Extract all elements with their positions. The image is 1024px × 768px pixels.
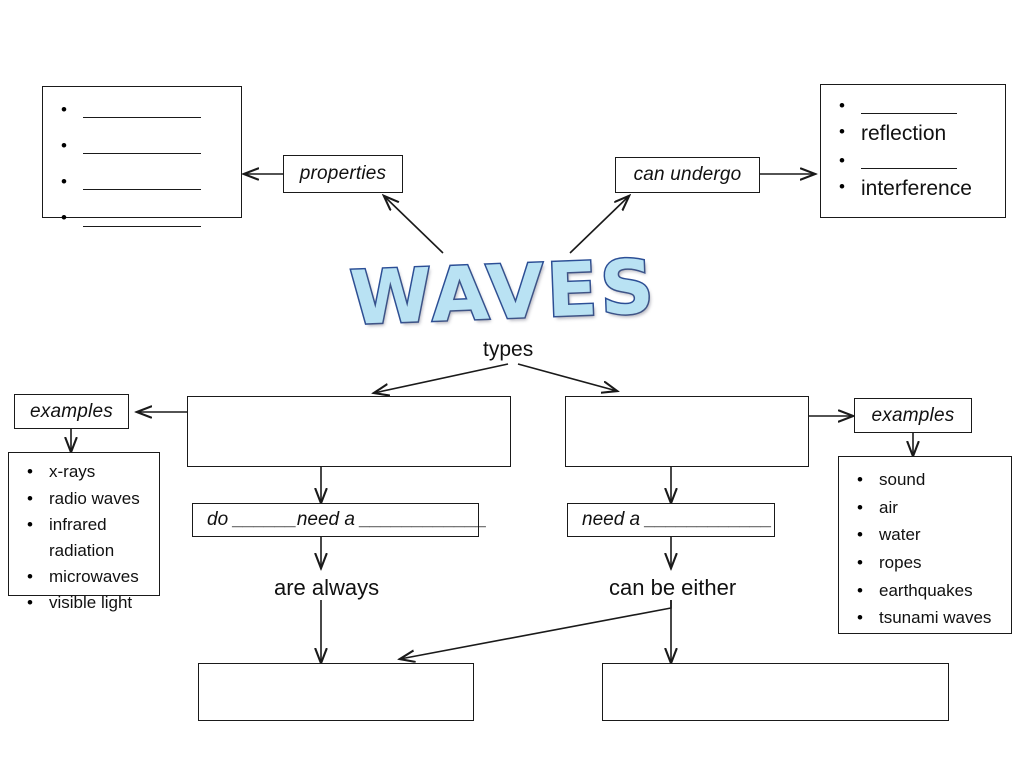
properties-item-3: [83, 209, 201, 229]
right-examples-label: examples: [854, 398, 972, 433]
left-example-2: infrared: [49, 515, 107, 535]
list-item: • x-rays: [19, 462, 151, 482]
properties-item-0: [83, 101, 201, 121]
can-undergo-list-box: • • reflection • • interference: [820, 84, 1006, 218]
right-examples-label-text: examples: [871, 404, 955, 426]
properties-label-text: properties: [299, 163, 387, 184]
bullet-icon: •: [27, 593, 33, 613]
list-item: • water: [849, 526, 1003, 545]
properties-connector-label: properties: [283, 155, 403, 193]
right-example-1: air: [879, 497, 898, 517]
right-type-box[interactable]: [565, 396, 809, 467]
left-answer-box[interactable]: [198, 663, 474, 721]
arrow-types-to-left-type: [374, 363, 509, 393]
bullet-icon: •: [61, 136, 67, 156]
page-title: WAVES: [347, 243, 660, 344]
left-state-label: are always: [274, 575, 380, 600]
right-answer-box[interactable]: [602, 663, 949, 721]
list-item: • infrared: [19, 516, 151, 535]
right-example-2: water: [879, 525, 921, 545]
list-item: •: [831, 151, 997, 172]
bullet-icon: •: [61, 100, 67, 119]
can-undergo-connector-label: can undergo: [615, 157, 760, 193]
list-item: • sound: [849, 470, 1003, 490]
list-item: • microwaves: [19, 566, 151, 587]
concept-map-canvas: • • • • properties can undergo • • refle…: [0, 0, 1024, 768]
can-undergo-label-text: can undergo: [633, 164, 742, 185]
left-type-box[interactable]: [187, 396, 511, 467]
arrow-types-to-right-type: [517, 363, 617, 391]
left-examples-label: examples: [14, 394, 129, 429]
bullet-icon: •: [839, 177, 845, 197]
list-item: •: [831, 96, 997, 117]
left-example-0: x-rays: [49, 462, 96, 481]
undergo-item-2: [861, 152, 957, 172]
bullet-icon: •: [27, 515, 33, 535]
arrow-waves-to-can-undergo: [569, 196, 629, 254]
left-example-4: microwaves: [49, 566, 139, 586]
undergo-item-3: interference: [861, 177, 972, 201]
bullet-icon: •: [27, 462, 33, 481]
list-item: • reflection: [831, 122, 997, 146]
arrow-waves-to-properties: [384, 196, 444, 254]
list-item: •: [53, 136, 233, 157]
bullet-icon: •: [27, 566, 33, 586]
undergo-item-0: [861, 97, 957, 117]
properties-item-2: [83, 173, 201, 193]
bullet-icon: •: [61, 172, 67, 192]
list-item: • interference: [831, 177, 997, 201]
left-example-1: radio waves: [49, 488, 140, 508]
left-examples-list-box: • x-rays • radio waves • infrared radiat…: [8, 452, 160, 612]
bullet-icon: •: [857, 470, 863, 489]
bullet-icon: •: [857, 580, 863, 600]
left-example-5: visible light: [49, 593, 133, 613]
list-item-continuation: radiation: [19, 542, 151, 561]
right-example-0: sound: [879, 470, 926, 489]
bullet-icon: •: [857, 525, 863, 545]
bullet-icon: •: [839, 122, 845, 142]
right-example-4: earthquakes: [879, 580, 973, 600]
undergo-item-1: reflection: [861, 122, 947, 146]
bullet-icon: •: [61, 208, 67, 228]
left-examples-label-text: examples: [30, 400, 113, 422]
list-item: • ropes: [849, 553, 1003, 573]
right-example-3: ropes: [879, 553, 922, 573]
list-item: •: [53, 100, 233, 121]
left-medium-question-box[interactable]: do ______need a ____________: [192, 503, 487, 537]
bullet-spacer: [19, 542, 49, 561]
list-item: •: [53, 209, 233, 229]
list-item: • earthquakes: [849, 580, 1003, 601]
list-item: • tsunami waves: [849, 609, 1003, 628]
right-example-5: tsunami waves: [879, 608, 992, 628]
types-label: types: [483, 338, 534, 361]
bullet-icon: •: [27, 488, 33, 508]
list-item: •: [53, 173, 233, 193]
left-example-3: radiation: [49, 541, 115, 561]
right-medium-question-text: need a ____________: [582, 509, 773, 530]
bullet-icon: •: [839, 96, 845, 115]
bullet-icon: •: [839, 151, 845, 171]
properties-list-box: • • • •: [42, 86, 242, 227]
bullet-icon: •: [857, 608, 863, 628]
arrow-can-be-either-to-left-answer: [400, 600, 672, 659]
bullet-icon: •: [857, 553, 863, 573]
list-item: • visible light: [19, 594, 151, 613]
list-item: • radio waves: [19, 488, 151, 509]
right-medium-question-box[interactable]: need a ____________: [567, 503, 775, 537]
bullet-icon: •: [857, 497, 863, 517]
properties-item-1: [83, 137, 201, 157]
right-state-label: can be either: [609, 575, 737, 600]
list-item: • air: [849, 497, 1003, 518]
left-medium-question-text: do ______need a ____________: [207, 509, 488, 530]
right-examples-list-box: • sound • air • water • ropes • earthqua…: [838, 456, 1012, 634]
